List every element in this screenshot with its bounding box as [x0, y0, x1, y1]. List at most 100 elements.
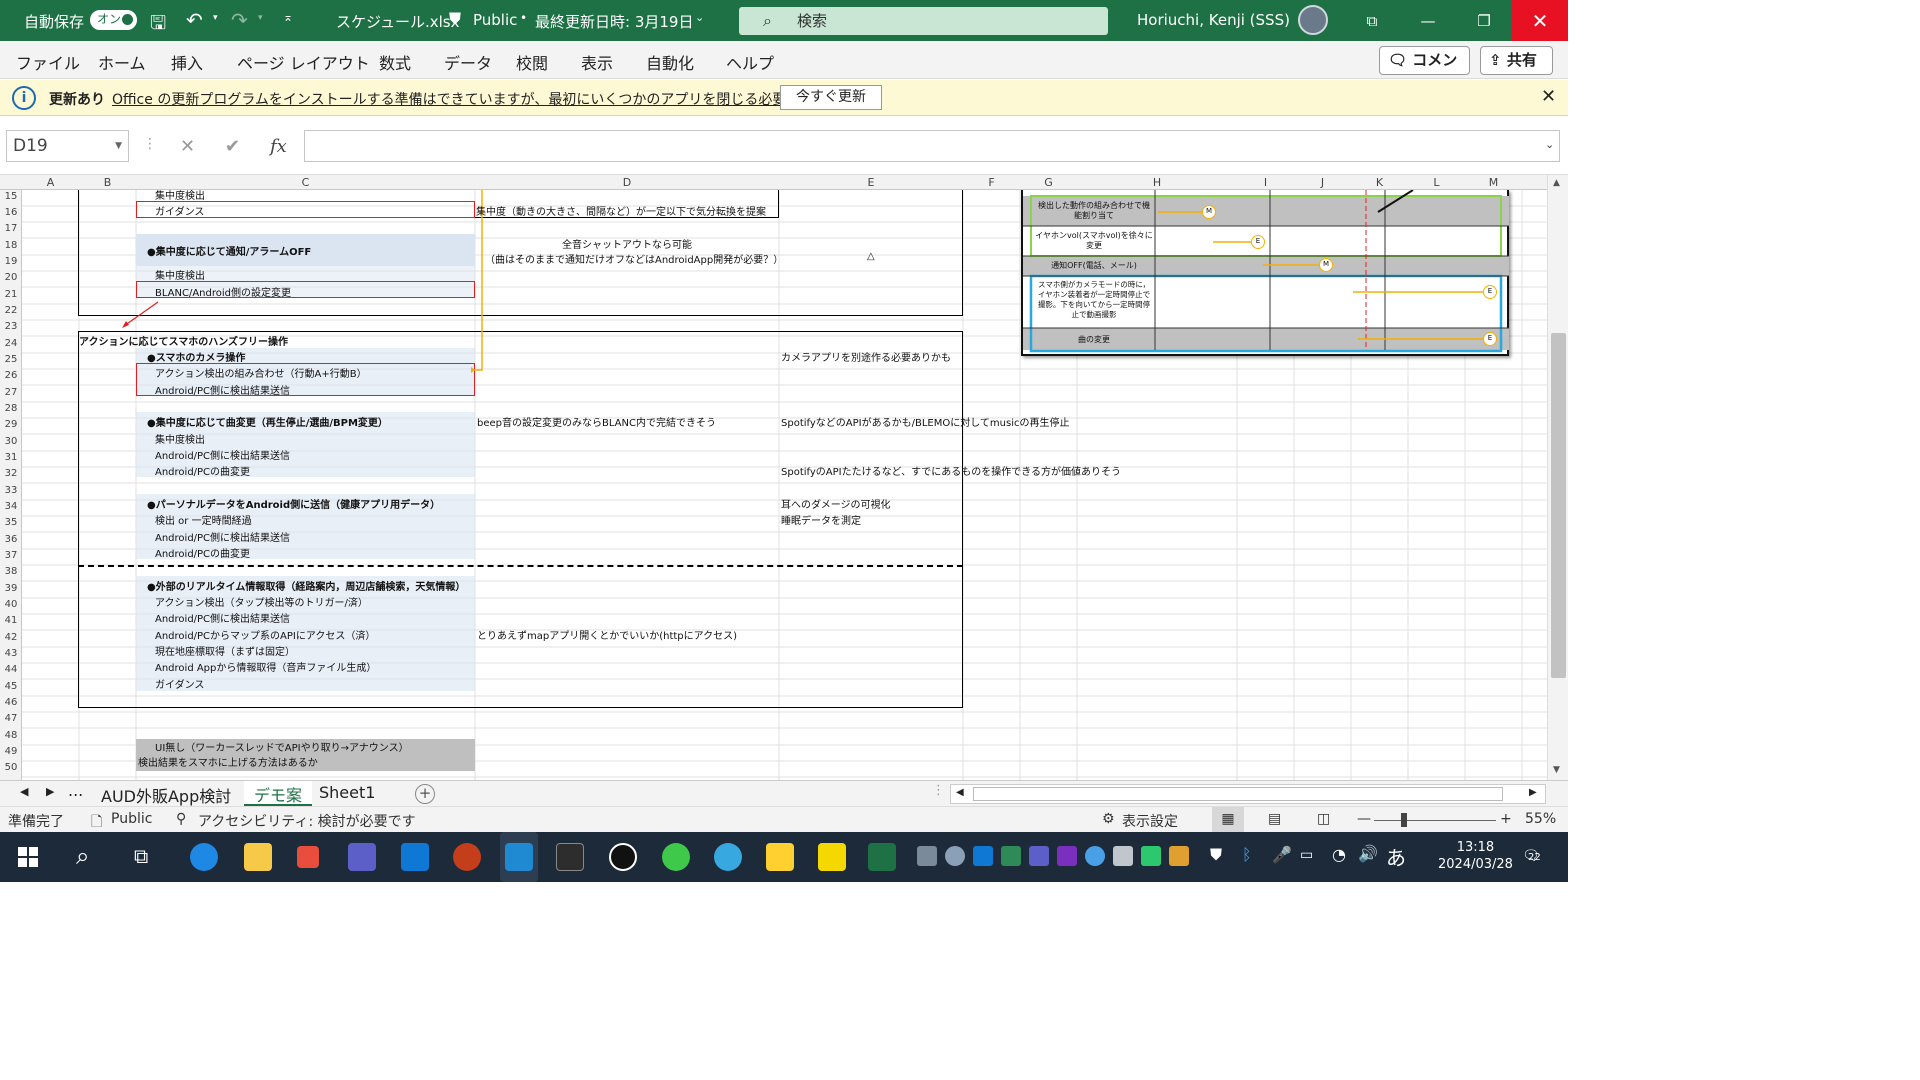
row-39[interactable]: 39	[0, 583, 22, 594]
cell-C24[interactable]: ●スマホのカメラ操作	[147, 349, 245, 364]
cell-C19[interactable]: 集中度検出	[155, 267, 205, 282]
microphone-icon[interactable]: 🎤	[1272, 845, 1292, 864]
cell-C39[interactable]: アクション検出（タップ検出等のトリガー/済）	[155, 594, 368, 609]
col-D[interactable]: D	[475, 176, 779, 189]
row-16[interactable]: 16	[0, 207, 22, 218]
horizontal-scrollbar[interactable]: ◀ ▶	[950, 784, 1546, 804]
hscroll-thumb[interactable]	[973, 787, 1503, 801]
bluetooth-icon[interactable]: ᛒ	[1242, 845, 1252, 864]
office-icon[interactable]	[297, 846, 319, 868]
gantt-chart-image[interactable]: 検出した動作の組み合わせで機能割り当て イヤホンvol(スマホvol)を徐々に変…	[1021, 190, 1509, 356]
infobar-message-link[interactable]: Office の更新プログラムをインストールする準備はできていますが、最初にいく…	[112, 89, 869, 109]
row-24[interactable]: 24	[0, 338, 22, 349]
security-icon[interactable]: ⛊	[1210, 845, 1222, 865]
row-48[interactable]: 48	[0, 730, 22, 741]
cell-A23[interactable]: アクションに応じてスマホのハンズフリー操作	[79, 333, 288, 348]
volume-icon[interactable]: 🔊	[1358, 844, 1378, 863]
tab-help[interactable]: ヘルプ	[726, 50, 774, 74]
cell-E18[interactable]: △	[867, 251, 875, 262]
status-accessibility[interactable]: アクセシビリティ: 検討が必要です	[198, 811, 416, 831]
insert-function-icon[interactable]: fx	[270, 136, 287, 157]
split-handle-icon[interactable]: ⋮	[932, 783, 945, 798]
row-40[interactable]: 40	[0, 599, 22, 610]
cancel-icon[interactable]: ✕	[180, 136, 195, 157]
tray-icon[interactable]	[1113, 846, 1133, 866]
sensitivity-label[interactable]: Public	[473, 11, 517, 29]
zoom-level[interactable]: 55%	[1525, 811, 1556, 827]
col-K[interactable]: K	[1351, 176, 1408, 189]
row-15[interactable]: 15	[0, 191, 22, 202]
clock[interactable]: 13:18 2024/03/28	[1438, 839, 1513, 873]
battery-icon[interactable]: ▭	[1300, 847, 1313, 863]
excel-icon[interactable]	[868, 843, 896, 871]
tab-data[interactable]: データ	[444, 50, 492, 74]
ribbon-display-icon[interactable]: ⧉	[1344, 0, 1400, 41]
row-35[interactable]: 35	[0, 517, 22, 528]
tab-page-layout[interactable]: ページ レイアウト	[237, 50, 370, 74]
avatar[interactable]	[1298, 5, 1328, 35]
row-31[interactable]: 31	[0, 452, 22, 463]
redo-icon[interactable]: ↷	[231, 8, 248, 32]
page-break-view-icon[interactable]: ◫	[1317, 811, 1330, 827]
teams-icon[interactable]	[348, 843, 376, 871]
cell-C49[interactable]: 検出結果をスマホに上げる方法はあるか	[138, 754, 318, 769]
col-F[interactable]: F	[963, 176, 1020, 189]
cell-C33[interactable]: ●パーソナルデータをAndroid側に送信（健康アプリ用データ）	[147, 496, 440, 511]
col-E[interactable]: E	[779, 176, 963, 189]
cell-E34[interactable]: 睡眠データを測定	[781, 512, 861, 527]
row-20[interactable]: 20	[0, 272, 22, 283]
display-settings[interactable]: 表示設定	[1122, 811, 1178, 831]
tab-view[interactable]: 表示	[581, 50, 613, 74]
tab-insert[interactable]: 挿入	[171, 50, 203, 74]
zoom-slider-thumb[interactable]	[1401, 813, 1407, 827]
cell-D41[interactable]: とりあえずmapアプリ開くとかでいいか(httpにアクセス)	[477, 627, 737, 642]
cell-C15[interactable]: 集中度検出	[155, 190, 205, 202]
more-icon[interactable]: ⋮	[143, 136, 157, 152]
col-I[interactable]: I	[1237, 176, 1294, 189]
row-50[interactable]: 50	[0, 762, 22, 773]
share-button[interactable]: ⇪ 共有	[1480, 46, 1553, 75]
save-icon[interactable]: 🖫	[150, 9, 166, 41]
task-view-icon[interactable]: ⧉	[134, 844, 148, 868]
tab-review[interactable]: 校閲	[516, 50, 548, 74]
row-22[interactable]: 22	[0, 305, 22, 316]
row-26[interactable]: 26	[0, 370, 22, 381]
row-36[interactable]: 36	[0, 534, 22, 545]
name-box[interactable]: D19 ▼	[6, 130, 129, 162]
row-23[interactable]: 23	[0, 321, 22, 332]
vertical-scrollbar[interactable]: ▲ ▼	[1547, 175, 1568, 780]
more-sheets[interactable]: ...	[68, 781, 83, 800]
row-46[interactable]: 46	[0, 697, 22, 708]
row-33[interactable]: 33	[0, 485, 22, 496]
wifi-icon[interactable]: ◔	[1332, 845, 1346, 864]
outlook-icon[interactable]	[401, 843, 429, 871]
cell-C42[interactable]: 現在地座標取得（まずは固定）	[155, 643, 295, 658]
status-sensitivity[interactable]: Public	[111, 811, 152, 827]
row-44[interactable]: 44	[0, 664, 22, 675]
scroll-down-icon[interactable]: ▼	[1553, 765, 1560, 775]
ime-indicator[interactable]: あ	[1386, 842, 1406, 871]
powerpoint-icon[interactable]	[453, 843, 481, 871]
vscode-icon[interactable]	[505, 843, 533, 871]
terminal-icon[interactable]	[556, 843, 584, 871]
line-icon[interactable]	[662, 843, 690, 871]
tab-file[interactable]: ファイル	[16, 50, 80, 74]
row-21[interactable]: 21	[0, 289, 22, 300]
cell-C41[interactable]: Android/PCからマップ系のAPIにアクセス（済）	[155, 627, 375, 642]
row-28[interactable]: 28	[0, 403, 22, 414]
tab-automate[interactable]: 自動化	[646, 50, 694, 74]
last-modified[interactable]: 最終更新日時: 3月19日	[535, 11, 693, 32]
row-41[interactable]: 41	[0, 615, 22, 626]
chevron-down-icon[interactable]: ⌄	[695, 11, 704, 24]
zoom-out-icon[interactable]: —	[1357, 811, 1371, 827]
expand-formula-icon[interactable]: ⌄	[1545, 138, 1554, 151]
col-L[interactable]: L	[1408, 176, 1465, 189]
col-M[interactable]: M	[1465, 176, 1522, 189]
zoom-in-icon[interactable]: +	[1500, 811, 1512, 827]
tray-icon[interactable]	[1141, 846, 1161, 866]
miro-icon[interactable]	[766, 843, 794, 871]
app-icon[interactable]	[714, 843, 742, 871]
notifications-icon[interactable]: 🗨 22	[1518, 844, 1546, 870]
cell-C44[interactable]: ガイダンス	[155, 676, 204, 691]
cell-C28[interactable]: ●集中度に応じて曲変更（再生停止/選曲/BPM変更）	[147, 414, 388, 429]
